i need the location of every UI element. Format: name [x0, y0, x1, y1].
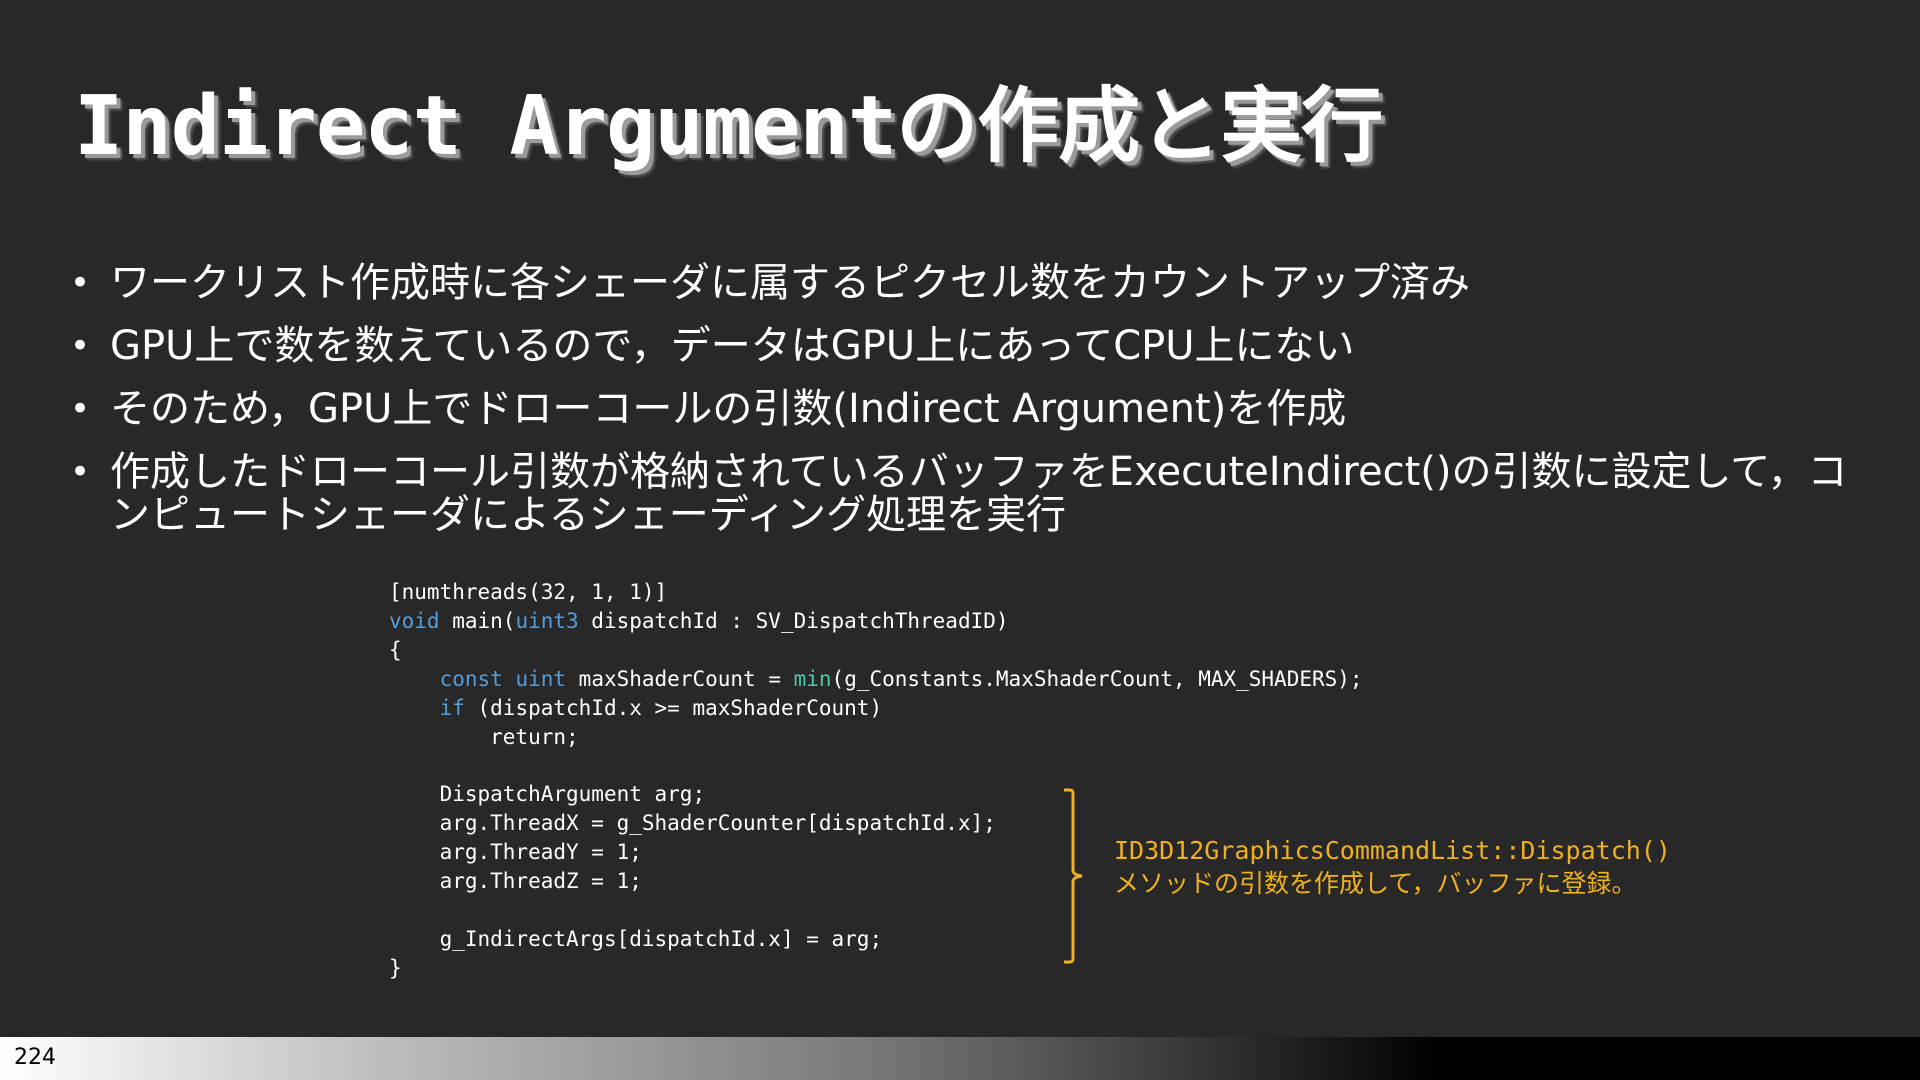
- code-line: arg.ThreadX = g_ShaderCounter[dispatchId…: [439, 811, 996, 836]
- bullet-list: • ワークリスト作成時に各シェーダに属するピクセル数をカウントアップ済み • GPU…: [70, 262, 1860, 557]
- code-keyword: uint3: [515, 608, 579, 633]
- code-block: [numthreads(32, 1, 1)] void main(uint3 d…: [389, 578, 1363, 983]
- code-line: DispatchArgument arg;: [439, 782, 706, 807]
- curly-brace-icon: [1064, 788, 1083, 964]
- code-line: {: [389, 637, 402, 662]
- annotation-line: ID3D12GraphicsCommandList::Dispatch(): [1114, 836, 1671, 865]
- bullet-text: 作成したドローコール引数が格納されているバッファをExecuteIndirect…: [110, 449, 1848, 538]
- code-line: main(: [439, 608, 516, 633]
- code-line: }: [389, 955, 402, 980]
- code-function: min: [793, 666, 832, 691]
- code-line: arg.ThreadY = 1;: [439, 840, 642, 865]
- bullet-item: • ワークリスト作成時に各シェーダに属するピクセル数をカウントアップ済み: [70, 262, 1860, 305]
- footer-bar: 224: [0, 1037, 1920, 1080]
- bullet-text: ワークリスト作成時に各シェーダに属するピクセル数をカウントアップ済み: [110, 260, 1470, 306]
- bullet-text: GPU上で数を数えているので，データはGPU上にあってCPU上にない: [110, 323, 1355, 369]
- code-keyword: if: [439, 695, 465, 720]
- annotation: ID3D12GraphicsCommandList::Dispatch() メソ…: [1114, 834, 1671, 900]
- annotation-line: メソッドの引数を作成して，バッファに登録。: [1114, 869, 1637, 898]
- code-line: g_IndirectArgs[dispatchId.x] = arg;: [439, 926, 883, 951]
- page-number: 224: [14, 1045, 56, 1070]
- code-line: return;: [490, 724, 579, 749]
- bullet-dot-icon: •: [70, 263, 91, 303]
- code-line: dispatchId : SV_DispatchThreadID): [578, 608, 1009, 633]
- bullet-dot-icon: •: [70, 326, 91, 366]
- bullet-item: • そのため，GPU上でドローコールの引数(Indirect Argument)を…: [70, 388, 1860, 431]
- code-keyword: void: [389, 608, 440, 633]
- slide-title: Indirect Argumentの作成と実行: [74, 79, 1383, 174]
- code-keyword: uint: [515, 666, 567, 691]
- code-line: [numthreads(32, 1, 1)]: [389, 580, 668, 604]
- bullet-item: • 作成したドローコール引数が格納されているバッファをExecuteIndirec…: [70, 451, 1860, 537]
- code-line: (dispatchId.x >= maxShaderCount): [464, 695, 883, 720]
- code-line: arg.ThreadZ = 1;: [439, 869, 642, 894]
- bullet-dot-icon: •: [70, 452, 91, 492]
- code-keyword: const: [439, 666, 503, 691]
- bullet-dot-icon: •: [70, 389, 91, 429]
- code-line: maxShaderCount =: [566, 666, 794, 691]
- bullet-item: • GPU上で数を数えているので，データはGPU上にあってCPU上にない: [70, 325, 1860, 368]
- bullet-text: そのため，GPU上でドローコールの引数(Indirect Argument)を作…: [110, 386, 1347, 432]
- code-line: (g_Constants.MaxShaderCount, MAX_SHADERS…: [831, 666, 1363, 691]
